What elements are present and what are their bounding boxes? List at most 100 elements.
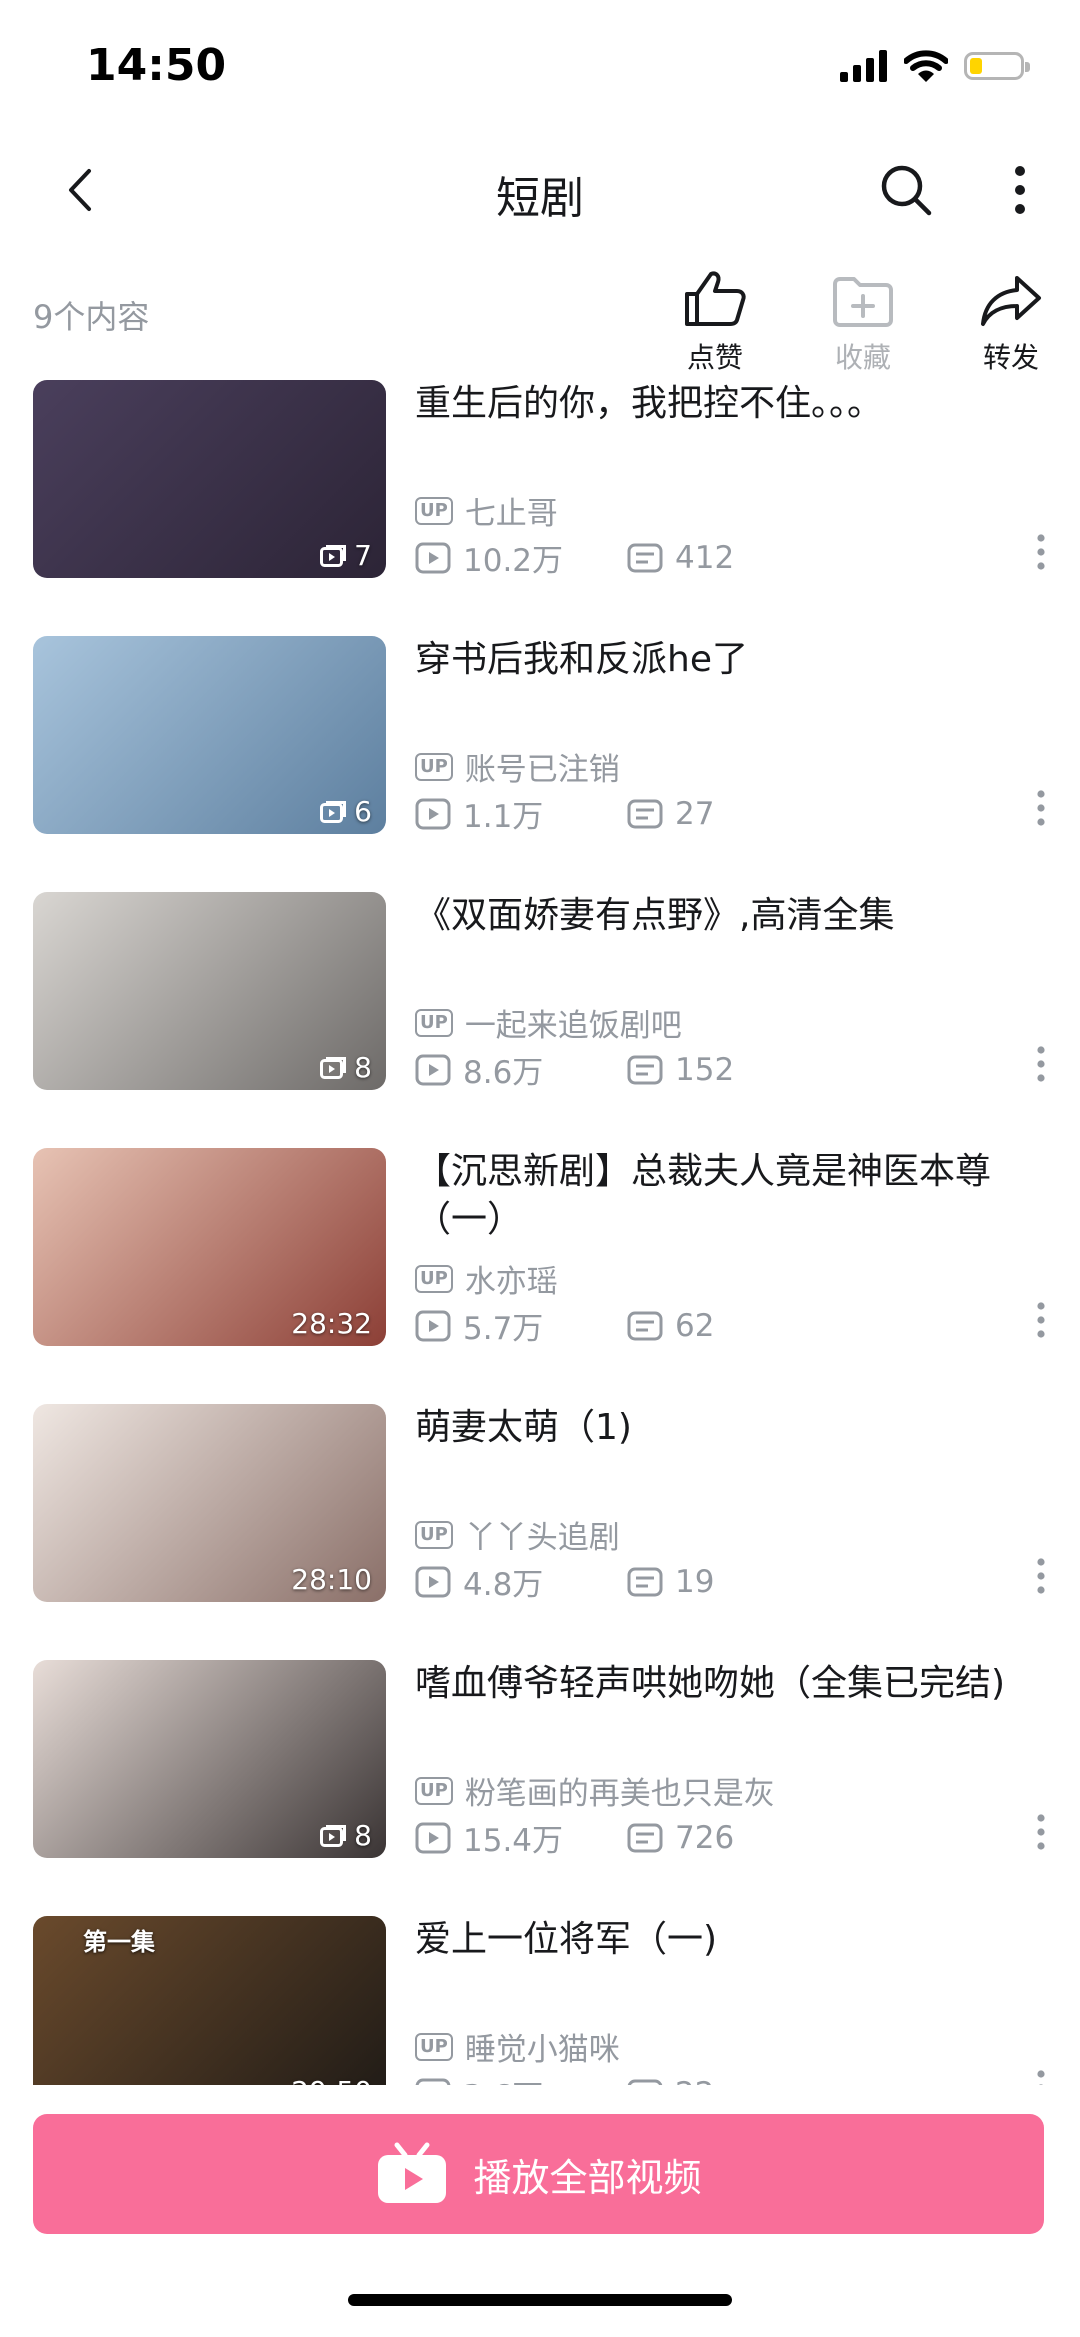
comment-count: 27 [627,796,714,832]
favorite-button[interactable]: 收藏 [808,264,918,376]
comment-count-value: 22 [675,2076,714,2086]
play-all-button[interactable]: 播放全部视频 [33,2114,1044,2234]
item-more-button[interactable] [1026,530,1056,574]
play-count-icon [415,1054,451,1085]
uploader-name: 水亦瑶 [464,1264,558,1300]
folder-add-icon [833,277,893,327]
play-count-icon [415,2078,451,2085]
thumbnail-badge: 6 [320,795,372,828]
play-count: 10.2万 [415,535,627,580]
video-list-item[interactable]: 28:10 萌妻太萌（1) UP 丫丫头追剧 4.8万 19 [0,1404,1080,1604]
uploader-name: 账号已注销 [464,752,620,788]
video-title[interactable]: 萌妻太萌（1) [415,1404,1040,1452]
comment-count-icon [627,543,663,572]
more-vertical-icon [1037,1302,1045,1338]
home-indicator [348,2294,732,2306]
badge-text: 7 [354,539,372,572]
comment-count-icon [627,1567,663,1596]
video-thumbnail[interactable]: 6 [33,636,386,834]
uploader-row[interactable]: UP 一起来追饭剧吧 [415,1000,682,1045]
badge-text: 29:50 [291,2075,372,2085]
comment-count: 412 [627,540,734,576]
more-vertical-icon [1037,1046,1045,1082]
thumbnail-badge: 8 [320,1051,372,1084]
uploader-row[interactable]: UP 丫丫头追剧 [415,1512,620,1557]
video-thumbnail[interactable]: 第一集 29:50 [33,1916,386,2085]
video-thumbnail[interactable]: 28:32 [33,1148,386,1346]
uploader-name: 七止哥 [464,496,558,532]
video-thumbnail[interactable]: 7 [33,380,386,578]
favorite-label: 收藏 [834,341,891,374]
video-list-item[interactable]: 28:32 【沉思新剧】总裁夫人竟是神医本尊（一） UP 水亦瑶 5.7万 62 [0,1148,1080,1348]
battery-icon [964,52,1030,80]
uploader-name: 一起来追饭剧吧 [464,1008,682,1044]
share-icon [981,276,1041,326]
more-vertical-icon [1037,1558,1045,1594]
thumbnail-badge: 28:10 [291,1563,372,1596]
uploader-badge-icon: UP [415,1264,453,1293]
stats-row: 5.7万 62 [415,1303,714,1348]
content-count: 9个内容 [33,298,150,336]
video-title[interactable]: 【沉思新剧】总裁夫人竟是神医本尊（一） [415,1148,1040,1244]
thumbnail-badge: 8 [320,1819,372,1852]
play-count-value: 8.6万 [463,1055,544,1091]
play-count: 1.1万 [415,791,627,836]
video-list-item[interactable]: 7 重生后的你，我把控不住。。。 UP 七止哥 10.2万 412 [0,380,1080,580]
status-bar: 14:50 [0,0,1080,130]
like-label: 点赞 [686,341,743,374]
item-more-button[interactable] [1026,1554,1056,1598]
comment-count-icon [627,1823,663,1852]
share-button[interactable]: 转发 [956,264,1066,376]
thumbnail-badge: 7 [320,539,372,572]
badge-text: 28:10 [291,1563,372,1596]
comment-count: 726 [627,1820,734,1856]
badge-text: 6 [354,795,372,828]
status-icons [840,46,1030,86]
nav-bar: 短剧 [0,130,1080,250]
play-count: 5.7万 [415,1303,627,1348]
video-title[interactable]: 重生后的你，我把控不住。。。 [415,380,1040,428]
uploader-row[interactable]: UP 睡觉小猫咪 [415,2024,620,2069]
more-vertical-icon [1037,534,1045,570]
uploader-badge-icon: UP [415,1008,453,1037]
video-title[interactable]: 爱上一位将军（一) [415,1916,1040,1964]
thumbs-up-icon [685,271,746,326]
more-menu-button[interactable] [990,156,1050,224]
stats-row: 10.2万 412 [415,535,734,580]
comment-count-value: 412 [675,539,735,576]
item-more-button[interactable] [1026,1810,1056,1854]
video-list-item[interactable]: 6 穿书后我和反派he了 UP 账号已注销 1.1万 27 [0,636,1080,836]
search-button[interactable] [872,156,940,224]
play-count-value: 5.7万 [463,1311,544,1347]
uploader-badge-icon: UP [415,2032,453,2061]
uploader-row[interactable]: UP 粉笔画的再美也只是灰 [415,1768,775,1813]
video-thumbnail[interactable]: 8 [33,892,386,1090]
video-title[interactable]: 《双面娇妻有点野》,高清全集 [415,892,1040,940]
play-count-icon [415,1822,451,1853]
stats-row: 8.6万 152 [415,1047,734,1092]
uploader-row[interactable]: UP 七止哥 [415,488,558,533]
video-thumbnail[interactable]: 8 [33,1660,386,1858]
uploader-name: 粉笔画的再美也只是灰 [464,1776,775,1812]
item-more-button[interactable] [1026,786,1056,830]
video-list-item[interactable]: 第一集 29:50 爱上一位将军（一) UP 睡觉小猫咪 3.6万 22 [0,1916,1080,2085]
play-count-value: 1.1万 [463,799,544,835]
uploader-badge-icon: UP [415,496,453,525]
video-title[interactable]: 穿书后我和反派he了 [415,636,1040,684]
thumbnail-badge: 28:32 [291,1307,372,1340]
uploader-row[interactable]: UP 水亦瑶 [415,1256,558,1301]
uploader-row[interactable]: UP 账号已注销 [415,744,620,789]
comment-count-icon [627,1311,663,1340]
video-thumbnail[interactable]: 28:10 [33,1404,386,1602]
play-count: 4.8万 [415,1559,627,1604]
item-more-button[interactable] [1026,1042,1056,1086]
more-vertical-icon [1037,790,1045,826]
video-title[interactable]: 嗜血傅爷轻声哄她吻她（全集已完结) [415,1660,1040,1708]
video-list-item[interactable]: 8 《双面娇妻有点野》,高清全集 UP 一起来追饭剧吧 8.6万 152 [0,892,1080,1092]
video-list-item[interactable]: 8 嗜血傅爷轻声哄她吻她（全集已完结) UP 粉笔画的再美也只是灰 15.4万 … [0,1660,1080,1860]
item-more-button[interactable] [1026,2066,1056,2085]
item-more-button[interactable] [1026,1298,1056,1342]
comment-count: 22 [627,2076,714,2086]
search-icon [881,165,932,216]
like-button[interactable]: 点赞 [660,264,770,376]
